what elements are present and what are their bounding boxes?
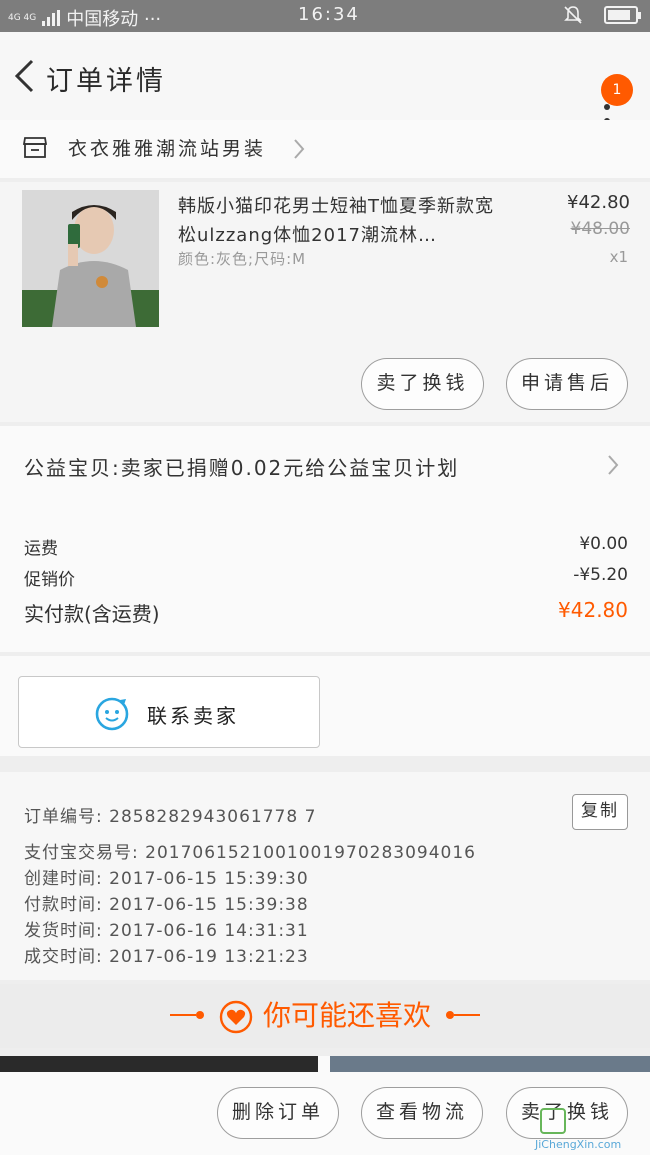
product-title: 韩版小猫印花男士短袖T恤夏季新款宽松ulzzang体恤2017潮流林…	[178, 196, 494, 246]
chevron-right-icon	[608, 455, 619, 475]
nav-bar: 订单详情 1	[0, 32, 650, 124]
paid-time: 付款时间: 2017-06-15 15:39:38	[24, 895, 309, 915]
carrier-name: 中国移动 ···	[66, 9, 162, 30]
watermark-logo	[540, 1108, 566, 1134]
clock: 16:34	[298, 4, 360, 25]
status-bar: 4G 4G 中国移动 ··· 16:34	[0, 0, 650, 32]
promo-price-value: -¥5.20	[573, 565, 628, 585]
contact-section: 联系卖家	[0, 656, 650, 756]
shipping-fee-label: 运费	[24, 539, 58, 559]
recommend-header: 你可能还喜欢	[0, 984, 650, 1048]
contact-seller-button[interactable]: 联系卖家	[18, 676, 320, 748]
charity-text[interactable]: 公益宝贝:卖家已捐赠0.02元给公益宝贝计划	[24, 452, 459, 481]
chat-face-icon	[95, 697, 129, 731]
heart-icon	[219, 1000, 253, 1034]
shipping-fee-row: 运费 ¥0.00	[24, 534, 628, 559]
total-paid-row: 实付款(含运费) ¥42.80	[24, 598, 628, 627]
page-title: 订单详情	[46, 66, 166, 97]
created-time: 创建时间: 2017-06-15 15:39:30	[24, 869, 309, 889]
divider	[446, 1011, 454, 1019]
promo-price-row: 促销价 -¥5.20	[24, 565, 628, 590]
shipping-fee-value: ¥0.00	[579, 534, 628, 554]
product-quantity: x1	[609, 248, 628, 266]
completed-time: 成交时间: 2017-06-19 13:21:23	[24, 947, 309, 967]
total-paid-label: 实付款(含运费)	[24, 602, 160, 626]
charity-and-fees: 公益宝贝:卖家已捐赠0.02元给公益宝贝计划 运费 ¥0.00 促销价 -¥5.…	[0, 426, 650, 652]
product-image[interactable]	[22, 190, 159, 327]
total-paid-value: ¥42.80	[558, 598, 628, 622]
back-icon[interactable]	[12, 58, 38, 94]
status-right	[564, 5, 641, 25]
product-sku: 颜色:灰色;尺码:M	[178, 250, 307, 268]
sell-for-cash-button[interactable]: 卖了换钱	[361, 358, 484, 410]
shipped-time: 发货时间: 2017-06-16 14:31:31	[24, 921, 309, 941]
store-row[interactable]: 衣衣雅雅潮流站男装	[0, 120, 650, 178]
recommend-title-wrap: 你可能还喜欢	[0, 994, 650, 1034]
delete-order-button[interactable]: 删除订单	[217, 1087, 339, 1139]
silent-bell-icon	[564, 6, 582, 24]
product-photo-icon	[22, 190, 159, 327]
copy-button[interactable]: 复制	[572, 794, 628, 830]
watermark-text: JiChengXin.com	[535, 1138, 622, 1151]
apply-after-sales-button[interactable]: 申请售后	[506, 358, 628, 410]
recommend-title: 你可能还喜欢	[262, 999, 431, 1032]
battery-icon	[604, 6, 641, 24]
store-icon	[22, 137, 48, 158]
alipay-number: 支付宝交易号: 2017061521001001970283094016	[24, 843, 476, 863]
divider	[454, 1014, 480, 1016]
sell-for-cash-button[interactable]: 卖了换钱	[506, 1087, 628, 1139]
contact-seller-label: 联系卖家	[147, 704, 239, 728]
product-original-price: ¥48.00	[570, 219, 630, 239]
order-number: 订单编号: 2858282943061778 7	[24, 807, 317, 827]
store-name: 衣衣雅雅潮流站男装	[68, 138, 267, 160]
status-left: 4G 4G 中国移动 ···	[8, 5, 161, 31]
signal-icon	[42, 10, 61, 26]
product-price: ¥42.80	[567, 192, 630, 213]
order-info: 订单编号: 2858282943061778 7 复制 支付宝交易号: 2017…	[0, 772, 650, 980]
product-card[interactable]: 韩版小猫印花男士短袖T恤夏季新款宽松ulzzang体恤2017潮流林… 颜色:灰…	[0, 182, 650, 422]
network-type: 4G 4G	[8, 12, 37, 23]
chevron-right-icon	[294, 139, 305, 159]
notification-badge[interactable]: 1	[601, 74, 633, 106]
promo-price-label: 促销价	[24, 570, 75, 590]
view-logistics-button[interactable]: 查看物流	[361, 1087, 483, 1139]
